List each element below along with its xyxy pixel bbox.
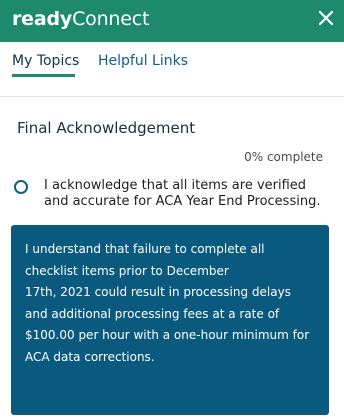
tab-helpful-links[interactable]: Helpful Links	[98, 52, 188, 70]
close-button[interactable]	[314, 6, 338, 30]
notice-line: 17th, 2021 could result in processing de…	[25, 285, 291, 299]
active-tab-indicator	[12, 74, 75, 77]
brand-name-light: Connect	[72, 8, 150, 30]
brand-logo: readyConnect	[12, 8, 149, 30]
notice-line: and additional processing fees at a rate…	[25, 306, 280, 321]
notice-line: checklist items prior to December	[25, 263, 229, 278]
close-icon	[318, 10, 334, 26]
acknowledgement-option[interactable]: I acknowledge that all items are verifie…	[12, 178, 332, 218]
brand-name-bold: ready	[12, 8, 73, 30]
notice-line: I understand that failure to complete al…	[25, 242, 265, 256]
notice-line: ACA data corrections.	[25, 349, 155, 364]
notice-line: $100.00 per hour with a one-hour minimum…	[25, 328, 310, 342]
section-title: Final Acknowledgement	[17, 119, 196, 137]
divider	[0, 96, 344, 97]
progress-text: 0% complete	[244, 150, 323, 164]
app-header: readyConnect	[0, 0, 344, 42]
acknowledge-radio[interactable]	[14, 180, 28, 194]
notice-box: I understand that failure to complete al…	[11, 225, 329, 415]
tab-my-topics[interactable]: My Topics	[12, 52, 79, 70]
notice-text: I understand that failure to complete al…	[25, 239, 325, 368]
acknowledgement-text: I acknowledge that all items are verifie…	[44, 178, 321, 209]
tab-bar: My Topics Helpful Links	[0, 42, 344, 80]
